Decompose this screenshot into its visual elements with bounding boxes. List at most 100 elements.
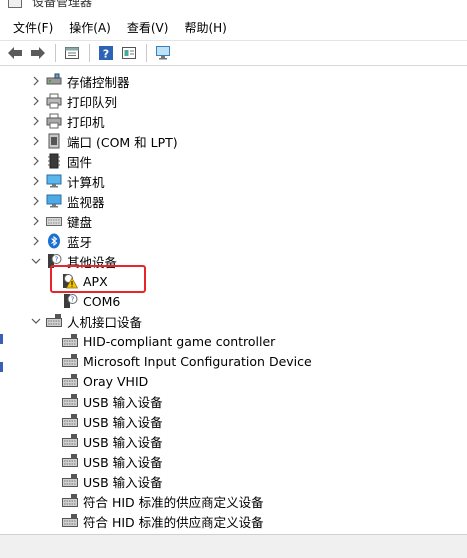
device-label: USB 输入设备 [83,474,163,490]
view-icon [122,47,136,59]
view-button[interactable] [118,42,140,64]
menu-file[interactable]: 文件(F) [6,16,60,39]
menu-view[interactable]: 查看(V) [120,16,176,39]
chevron-right-icon[interactable] [30,111,42,131]
device-label: HID-compliant game controller [83,333,276,349]
menu-action[interactable]: 操作(A) [62,16,118,39]
device-label: COM6 [83,293,121,309]
unknown-device-icon: ? [46,253,62,269]
hid-device-icon [62,393,78,409]
tree-category-ports[interactable]: 端口 (COM 和 LPT) [30,131,178,151]
tree-category-keyboard[interactable]: 键盘 [30,211,92,231]
device-usb-input-2[interactable]: USB 输入设备 [62,411,163,431]
title-bar: 设备管理器 [0,0,467,12]
hid-device-icon [62,413,78,429]
monitor-icon [46,193,62,209]
device-apx[interactable]: APX [62,271,108,291]
tree-category-label: 其他设备 [67,254,118,270]
tree-category-storage-controller[interactable]: 存储控制器 [30,71,130,91]
device-oray-vhid[interactable]: Oray VHID [62,371,148,391]
tree-category-bluetooth[interactable]: 蓝牙 [30,231,92,251]
port-icon [46,133,62,149]
chevron-right-icon[interactable] [30,151,42,171]
keyboard-icon [46,213,62,229]
tree-category-print-queue[interactable]: 打印队列 [30,91,117,111]
device-usb-input-3[interactable]: USB 输入设备 [62,431,163,451]
chevron-right-icon[interactable] [30,71,42,91]
device-label: USB 输入设备 [83,394,163,410]
device-usb-input-1[interactable]: USB 输入设备 [62,391,163,411]
tree-category-monitor[interactable]: 监视器 [30,191,105,211]
monitor-scan-icon [156,46,170,60]
tree-category-label: 打印队列 [67,94,118,110]
hid-device-icon [62,353,78,369]
forward-button[interactable] [27,42,49,64]
menu-help[interactable]: 帮助(H) [177,16,233,39]
chevron-right-icon[interactable] [30,91,42,111]
chevron-right-icon[interactable] [30,211,42,231]
properties-button[interactable] [61,42,83,64]
svg-text:?: ? [71,296,75,304]
back-icon [8,47,22,59]
hid-device-icon [62,513,78,529]
status-bar [0,534,467,558]
firmware-icon [46,153,62,169]
tree-category-label: 存储控制器 [67,74,130,90]
hid-device-icon [62,473,78,489]
device-hid-game-controller[interactable]: HID-compliant game controller [62,331,275,351]
device-label: Oray VHID [83,373,149,389]
device-label: USB 输入设备 [83,414,163,430]
device-tree: 存储控制器 打印队列 打印机 端口 (COM 和 LPT) 固件 计算机 监视器… [0,68,467,534]
menu-bar: 文件(F) 操作(A) 查看(V) 帮助(H) [0,14,467,40]
tree-category-label: 人机接口设备 [67,314,143,330]
print-queue-icon [46,93,62,109]
tree-category-label: 端口 (COM 和 LPT) [67,134,178,150]
properties-icon [65,47,79,59]
tree-category-printer[interactable]: 打印机 [30,111,105,131]
tree-category-label: 蓝牙 [67,234,93,250]
device-label: USB 输入设备 [83,434,163,450]
printer-icon [46,113,62,129]
chevron-right-icon[interactable] [30,171,42,191]
device-hid-vendor-2[interactable]: 符合 HID 标准的供应商定义设备 [62,511,264,531]
toolbar: ? [0,40,467,66]
toolbar-separator [89,44,90,62]
tree-category-hid[interactable]: 人机接口设备 [30,311,142,331]
edge-mark [0,334,3,344]
device-label: USB 输入设备 [83,454,163,470]
chevron-right-icon[interactable] [30,131,42,151]
tree-category-label: 打印机 [67,114,105,130]
back-button[interactable] [4,42,26,64]
bluetooth-icon [46,233,62,249]
chevron-right-icon[interactable] [30,231,42,251]
hid-icon [46,313,62,329]
device-usb-input-4[interactable]: USB 输入设备 [62,451,163,471]
toolbar-separator [55,44,56,62]
device-label: 符合 HID 标准的供应商定义设备 [83,494,264,510]
device-ms-input-config[interactable]: Microsoft Input Configuration Device [62,351,312,371]
tree-category-other-devices[interactable]: ? 其他设备 [30,251,117,271]
device-com6[interactable]: ? COM6 [62,291,120,311]
chevron-right-icon[interactable] [30,191,42,211]
hid-device-icon [62,373,78,389]
computer-icon [46,173,62,189]
tree-category-label: 固件 [67,154,93,170]
hid-device-icon [62,453,78,469]
device-manager-icon [8,0,22,8]
window-title: 设备管理器 [32,0,93,9]
device-usb-input-5[interactable]: USB 输入设备 [62,471,163,491]
chevron-down-icon[interactable] [30,251,42,271]
device-hid-vendor-1[interactable]: 符合 HID 标准的供应商定义设备 [62,491,264,511]
chevron-down-icon[interactable] [30,311,42,331]
tree-category-computer[interactable]: 计算机 [30,171,105,191]
background-window-edge [0,300,3,400]
device-label: Microsoft Input Configuration Device [83,353,312,369]
device-label: APX [83,273,108,289]
help-button[interactable]: ? [95,42,117,64]
hid-device-icon [62,333,78,349]
scan-hardware-button[interactable] [152,42,174,64]
storage-controller-icon [46,73,62,89]
tree-category-firmware[interactable]: 固件 [30,151,92,171]
toolbar-separator [146,44,147,62]
forward-icon [31,47,45,59]
